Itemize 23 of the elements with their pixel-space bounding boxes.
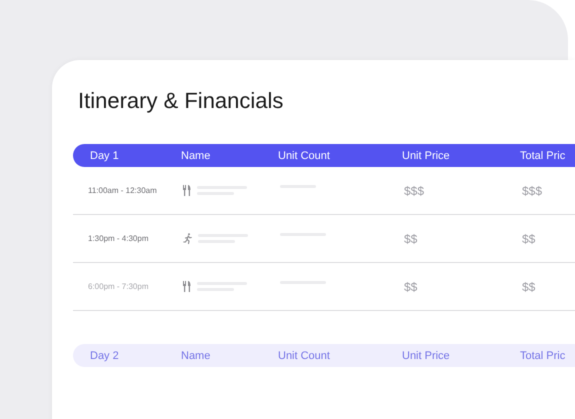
time-range: 6:00pm - 7:30pm (87, 282, 150, 291)
total-price: $$$ (522, 184, 544, 198)
unit-price: $$ (404, 280, 418, 294)
total-price: $$ (522, 280, 536, 294)
unit-price: $$$ (404, 184, 426, 198)
column-header: Unit Price (402, 150, 451, 162)
column-header: Total Pric (520, 150, 566, 162)
column-header: Total Pric (520, 350, 566, 362)
total-price: $$ (522, 232, 536, 246)
time-range: 11:00am - 12:30am (87, 186, 158, 195)
column-header: Day 1 (89, 150, 120, 162)
fork-knife-icon (183, 185, 191, 196)
unit-price: $$ (404, 232, 418, 246)
card-title: Itinerary & Financials (78, 88, 284, 114)
column-header: Unit Price (402, 350, 451, 362)
time-range: 1:30pm - 4:30pm (87, 234, 150, 243)
column-header: Unit Count (278, 150, 331, 162)
column-header: Name (181, 350, 212, 362)
fork-knife-icon (183, 281, 191, 292)
column-header: Name (181, 150, 212, 162)
column-header: Unit Count (278, 350, 331, 362)
running-person-icon (183, 233, 192, 244)
column-header: Day 2 (89, 350, 120, 362)
